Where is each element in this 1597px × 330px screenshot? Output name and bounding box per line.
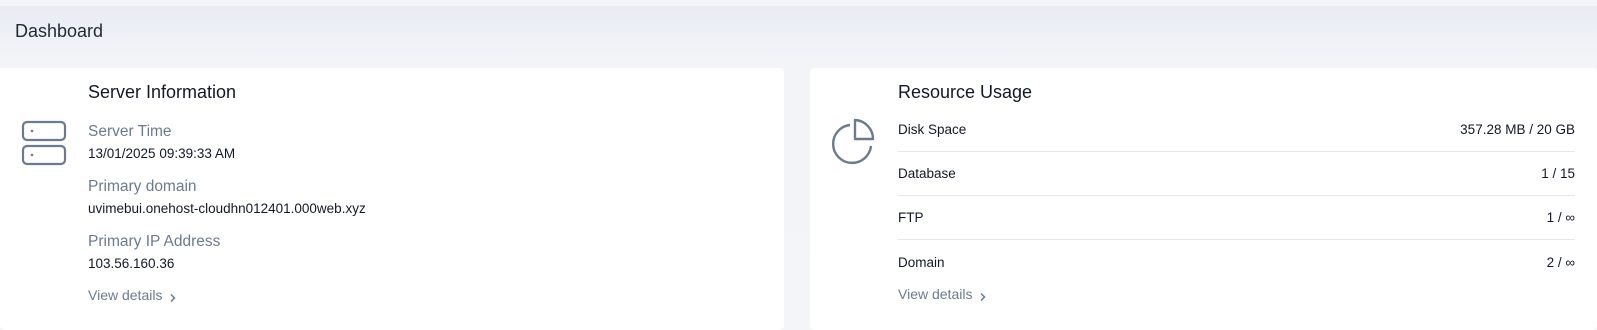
resource-label: Disk Space bbox=[898, 122, 967, 137]
resource-label: Database bbox=[898, 166, 956, 181]
resource-label: FTP bbox=[898, 210, 924, 225]
resource-view-details-link[interactable]: View details bbox=[898, 286, 987, 302]
top-strip bbox=[0, 0, 1597, 6]
chevron-right-icon bbox=[978, 289, 987, 302]
primary-domain-label: Primary domain bbox=[88, 178, 197, 195]
page-title: Dashboard bbox=[15, 21, 104, 41]
resource-row-database: Database 1 / 15 bbox=[898, 152, 1575, 196]
primary-ip-value: 103.56.160.36 bbox=[88, 256, 175, 271]
resource-usage-card: Resource Usage Disk Space 357.28 MB / 20… bbox=[810, 68, 1597, 330]
resource-value: 1 / 15 bbox=[1541, 166, 1575, 181]
chevron-right-icon bbox=[168, 290, 177, 303]
view-details-label: View details bbox=[88, 287, 163, 303]
resource-value: 1 / ∞ bbox=[1546, 210, 1575, 225]
pie-chart-icon bbox=[830, 118, 878, 166]
resource-usage-title: Resource Usage bbox=[898, 82, 1033, 102]
primary-ip-label: Primary IP Address bbox=[88, 233, 221, 250]
resource-row-disk-space: Disk Space 357.28 MB / 20 GB bbox=[898, 108, 1575, 152]
primary-domain-value: uvimebui.onehost-cloudhn012401.000web.xy… bbox=[88, 201, 366, 216]
resource-label: Domain bbox=[898, 254, 945, 270]
resource-value: 2 / ∞ bbox=[1546, 254, 1575, 270]
resource-row-domain: Domain 2 / ∞ bbox=[898, 240, 1575, 284]
server-time-label: Server Time bbox=[88, 123, 172, 140]
server-information-card: Server Information Server Time 13/01/202… bbox=[0, 68, 784, 330]
server-time-value: 13/01/2025 09:39:33 AM bbox=[88, 146, 236, 161]
server-information-title: Server Information bbox=[88, 82, 237, 102]
resource-value: 357.28 MB / 20 GB bbox=[1460, 122, 1575, 137]
view-details-label: View details bbox=[898, 286, 973, 302]
server-icon bbox=[20, 120, 68, 166]
resource-row-ftp: FTP 1 / ∞ bbox=[898, 196, 1575, 240]
server-view-details-link[interactable]: View details bbox=[88, 287, 177, 303]
